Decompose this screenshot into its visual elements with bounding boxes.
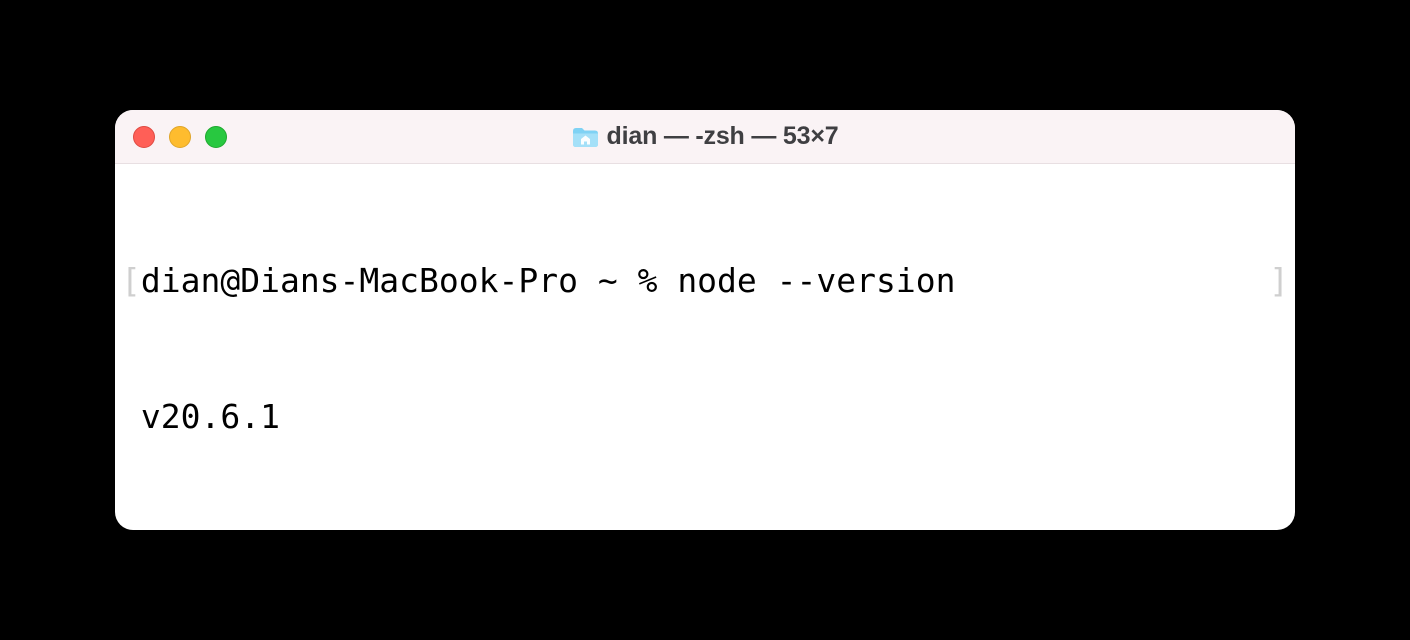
command-text: node --version [677, 261, 955, 300]
bracket-right-icon: ] [1269, 258, 1289, 303]
prompt: dian@Dians-MacBook-Pro ~ % [141, 261, 677, 300]
window-title: dian — -zsh — 53×7 [607, 122, 839, 151]
title-center: dian — -zsh — 53×7 [115, 122, 1295, 151]
traffic-lights [133, 126, 227, 148]
terminal-line: v20.6.1 [121, 394, 1289, 439]
folder-home-icon [572, 126, 599, 148]
terminal-line: [dian@Dians-MacBook-Pro ~ % node --versi… [121, 258, 1289, 303]
titlebar[interactable]: dian — -zsh — 53×7 [115, 110, 1295, 164]
minimize-button[interactable] [169, 126, 191, 148]
zoom-button[interactable] [205, 126, 227, 148]
terminal-window: dian — -zsh — 53×7 [dian@Dians-MacBook-P… [115, 110, 1295, 530]
bracket-left-icon: [ [121, 258, 141, 303]
output-text: v20.6.1 [141, 394, 280, 439]
terminal-body[interactable]: [dian@Dians-MacBook-Pro ~ % node --versi… [115, 164, 1295, 530]
close-button[interactable] [133, 126, 155, 148]
